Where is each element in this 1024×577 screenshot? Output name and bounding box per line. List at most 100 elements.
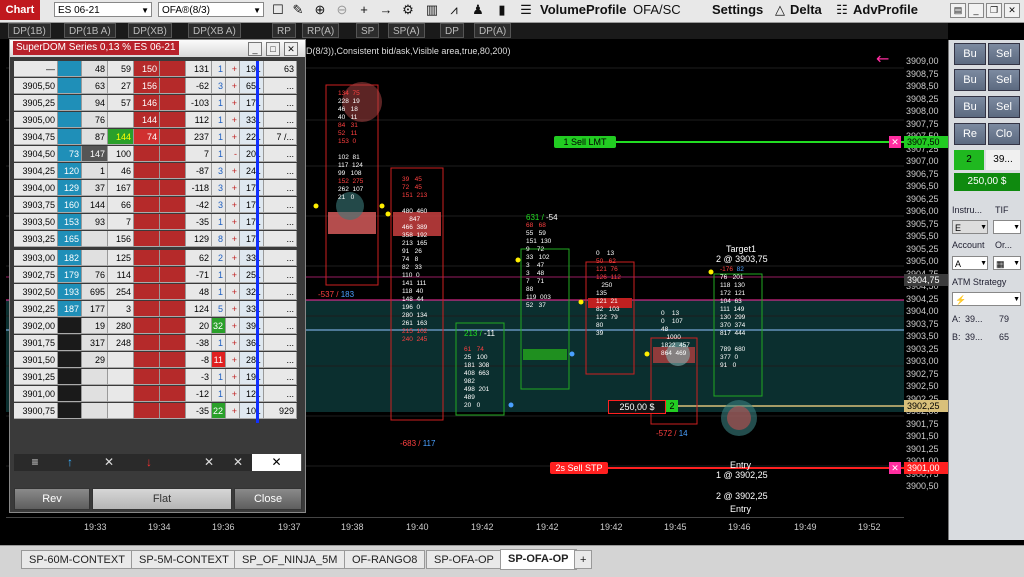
chart-style-icon[interactable]: ▥ <box>424 2 440 18</box>
dom-cell-c4[interactable] <box>134 146 160 162</box>
close-icon[interactable]: ✕ <box>1004 3 1020 18</box>
window-icon[interactable]: ▤ <box>950 3 966 18</box>
minimize-icon[interactable]: _ <box>968 3 984 18</box>
arrow-down-icon[interactable]: ↓ <box>134 454 165 471</box>
dom-cell-c1[interactable] <box>58 78 82 94</box>
settings-button[interactable]: Settings <box>712 2 763 18</box>
dom-cell-c1[interactable]: 129 <box>58 180 82 196</box>
dom-cell-c1[interactable] <box>58 318 82 334</box>
dom-cell-c4[interactable] <box>134 335 160 351</box>
strategy-icon[interactable]: ♟ <box>470 2 486 18</box>
dom-cell-c1[interactable]: 160 <box>58 197 82 213</box>
indicator-tab[interactable]: DP <box>440 23 464 38</box>
indicator-tab[interactable]: RP(A) <box>302 23 340 38</box>
bar-chart-icon[interactable]: ▮ <box>494 2 510 18</box>
indicator-tab[interactable]: DP(1B) <box>8 23 51 38</box>
position-quantity[interactable]: 2 <box>666 400 678 412</box>
minimize-icon[interactable]: _ <box>248 42 262 56</box>
dom-cell-c1[interactable]: 120 <box>58 163 82 179</box>
account-select[interactable]: A ▼ <box>952 256 988 270</box>
dom-cell-c1[interactable] <box>58 112 82 128</box>
reverse-button[interactable]: Rev <box>14 488 90 510</box>
dom-cell-c1[interactable]: 153 <box>58 214 82 230</box>
superdom-window[interactable]: SuperDOM Series 0,13 % ES 06-21 _ □ ✕ — 4… <box>9 39 306 513</box>
dom-cell-c1[interactable]: 165 <box>58 231 82 247</box>
dom-cell-c4[interactable] <box>134 163 160 179</box>
indicator-tab[interactable]: DP(XB) <box>128 23 172 38</box>
dom-cell-c4[interactable] <box>134 284 160 300</box>
dom-cell-c4[interactable] <box>134 403 160 419</box>
indicator-tab[interactable]: DP(XB A) <box>188 23 241 38</box>
arrow-up-icon[interactable]: ↑ <box>56 454 85 471</box>
dom-cell-c1[interactable] <box>58 129 82 145</box>
cancel-bids-icon[interactable]: ✕ <box>84 454 135 471</box>
close-button[interactable]: Close <box>234 488 302 510</box>
price-axis[interactable]: 3909,00 3908,75 3908,50 3908,25 3908,00 3907,… <box>904 40 948 516</box>
dom-cell-c1[interactable] <box>58 61 82 77</box>
restore-icon[interactable]: ❐ <box>986 3 1002 18</box>
dom-cell-c4[interactable]: 156 <box>134 78 160 94</box>
properties-icon[interactable]: ⚙ <box>400 2 416 18</box>
crosshair-icon[interactable]: + <box>356 2 372 18</box>
sell-market-button[interactable]: Sel <box>988 43 1020 65</box>
atm-strategy-select[interactable]: ⚡ ▼ <box>952 292 1021 306</box>
workspace-tab-active[interactable]: SP-OFA-OP <box>500 549 577 570</box>
sliders-icon[interactable]: ☰ <box>518 2 534 18</box>
dom-cell-c1[interactable] <box>58 352 82 368</box>
dom-cell-c4[interactable] <box>134 267 160 283</box>
sell-limit-button[interactable]: Sel <box>988 69 1020 91</box>
indicator-tab[interactable]: SP(A) <box>388 23 425 38</box>
delta-button[interactable]: Delta <box>790 2 822 18</box>
dom-cell-c1[interactable]: 187 <box>58 301 82 317</box>
dom-cell-c1[interactable] <box>58 386 82 402</box>
dom-cell-c1[interactable]: 73 <box>58 146 82 162</box>
close-position-button[interactable]: Clo <box>988 123 1020 145</box>
instrument-select[interactable]: E ▼ <box>952 220 988 234</box>
dom-cell-c4[interactable] <box>134 369 160 385</box>
volume-profile-button[interactable]: VolumeProfile <box>540 2 626 18</box>
dom-cell-c4[interactable]: 74 <box>134 129 160 145</box>
dom-cell-c1[interactable]: 193 <box>58 284 82 300</box>
cancel-orders-icon[interactable]: ✕ <box>252 454 302 471</box>
dom-cell-c4[interactable] <box>134 250 160 266</box>
line-chart-icon[interactable]: ⩘ <box>446 2 462 18</box>
dom-cell-c4[interactable] <box>134 301 160 317</box>
buy-limit-button[interactable]: Bu <box>954 69 986 91</box>
center-icon[interactable]: ≡ <box>14 454 57 471</box>
pencil-icon[interactable]: ✎ <box>290 2 306 18</box>
instrument-selector[interactable]: ES 06-21 ▼ <box>54 2 152 17</box>
dom-cell-c4[interactable] <box>134 214 160 230</box>
close-icon[interactable]: ✕ <box>284 42 298 56</box>
sell-stop-button[interactable]: Sel <box>988 96 1020 118</box>
reverse-button[interactable]: Re <box>954 123 986 145</box>
ofa-sc-button[interactable]: OFA/SC <box>633 2 681 18</box>
cancel-all-icon[interactable]: ✕ <box>224 454 253 471</box>
sell-limit-order[interactable]: 1 Sell LMT <box>554 136 616 148</box>
dom-cell-c4[interactable] <box>134 352 160 368</box>
workspace-tab[interactable]: SP-5M-CONTEXT <box>131 550 237 569</box>
workspace-tab[interactable]: SP-OFA-OP <box>426 550 502 569</box>
dom-cell-c4[interactable] <box>134 180 160 196</box>
maximize-icon[interactable]: □ <box>266 42 280 56</box>
dom-cell-c4[interactable]: 150 <box>134 61 160 77</box>
zoom-out-icon[interactable]: ⊖ <box>334 2 350 18</box>
checkbox-icon[interactable]: ☐ <box>270 2 286 18</box>
workspace-tab[interactable]: SP_OF_NINJA_5M <box>234 550 346 569</box>
indicator-tab[interactable]: DP(A) <box>474 23 512 38</box>
dom-cell-c1[interactable] <box>58 95 82 111</box>
add-tab-button[interactable]: + <box>574 550 593 569</box>
dom-cell-c4[interactable]: 146 <box>134 95 160 111</box>
dom-cell-c4[interactable] <box>134 318 160 334</box>
order-qty-select[interactable]: ▦ ▼ <box>993 256 1021 270</box>
indicator-tab[interactable]: RP <box>272 23 296 38</box>
buy-market-button[interactable]: Bu <box>954 43 986 65</box>
indicator-tab[interactable]: SP <box>356 23 380 38</box>
buy-stop-button[interactable]: Bu <box>954 96 986 118</box>
cancel-order-icon[interactable]: ✕ <box>889 136 901 148</box>
zoom-in-icon[interactable]: ⊕ <box>312 2 328 18</box>
dom-cell-c4[interactable]: 144 <box>134 112 160 128</box>
chart-menu-button[interactable]: Chart <box>0 0 40 20</box>
tif-select[interactable]: ▼ <box>993 220 1021 234</box>
adv-profile-button[interactable]: AdvProfile <box>853 2 918 18</box>
dom-cell-c4[interactable] <box>134 231 160 247</box>
